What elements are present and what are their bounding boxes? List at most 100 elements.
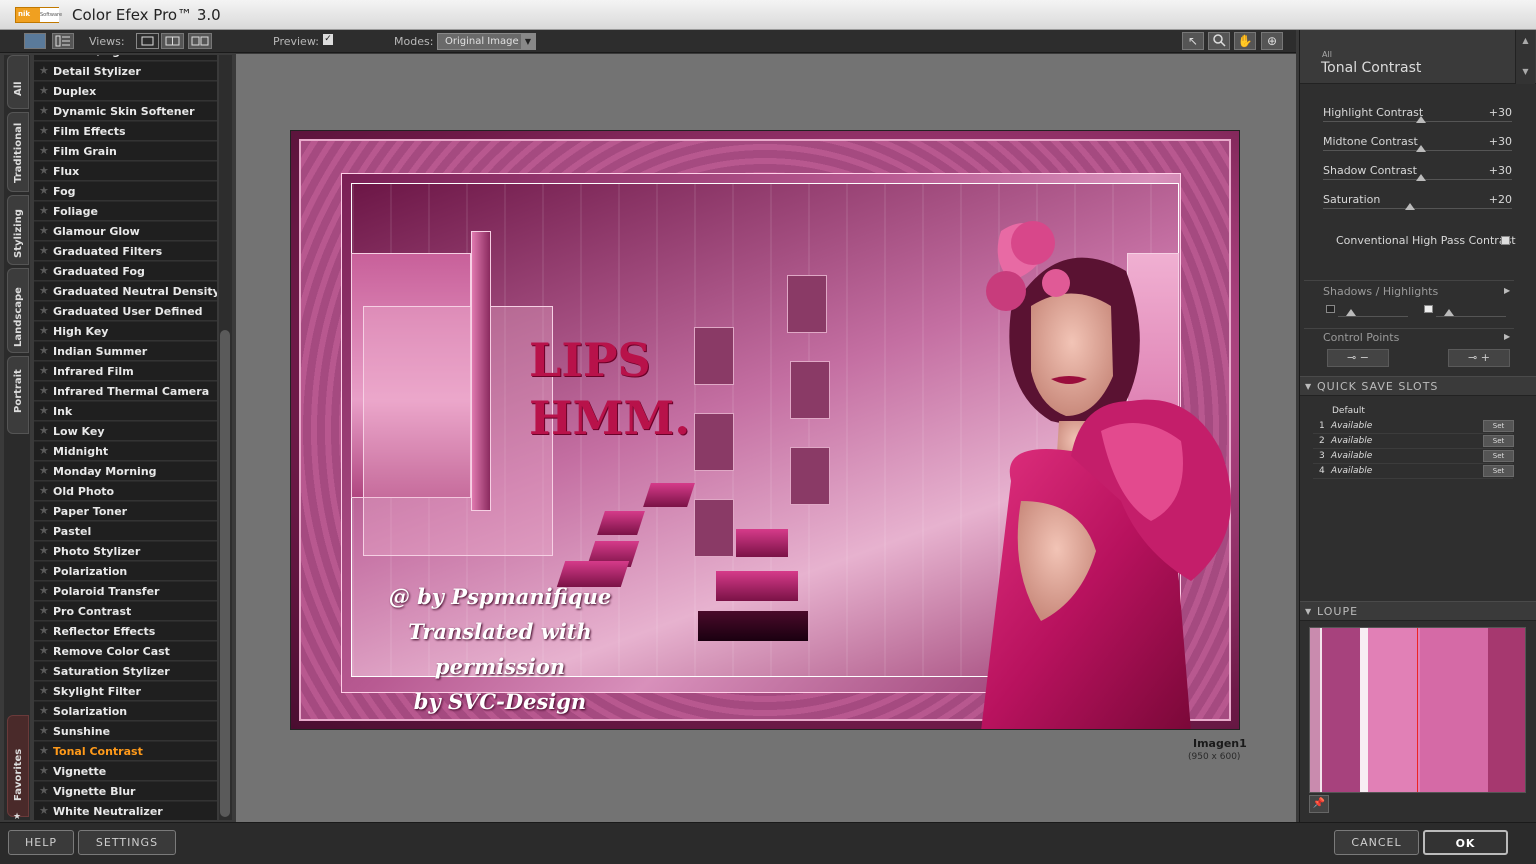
- star-icon[interactable]: ★: [39, 644, 49, 657]
- tab-stylizing[interactable]: Stylizing: [7, 195, 29, 265]
- single-image-icon[interactable]: [24, 33, 46, 49]
- star-icon[interactable]: ★: [39, 104, 49, 117]
- filter-item[interactable]: ★ Film Grain: [34, 142, 217, 161]
- star-icon[interactable]: ★: [39, 344, 49, 357]
- add-control-point-button[interactable]: ⊸ +: [1448, 349, 1510, 367]
- star-icon[interactable]: ★: [39, 804, 49, 817]
- slider-track[interactable]: [1323, 208, 1512, 209]
- highlights-slider-track[interactable]: [1436, 316, 1506, 317]
- star-icon[interactable]: ★: [39, 784, 49, 797]
- star-icon[interactable]: ★: [39, 144, 49, 157]
- star-icon[interactable]: ★: [39, 244, 49, 257]
- filter-item[interactable]: ★ Detail Stylizer: [34, 62, 217, 81]
- star-icon[interactable]: ★: [39, 764, 49, 777]
- filter-item[interactable]: ★ Remove Color Cast: [34, 642, 217, 661]
- star-icon[interactable]: ★: [39, 404, 49, 417]
- slider-thumb[interactable]: [1416, 174, 1427, 181]
- filter-item[interactable]: ★ Graduated Filters: [34, 242, 217, 261]
- star-icon[interactable]: ★: [39, 704, 49, 717]
- filter-item[interactable]: ★ Film Effects: [34, 122, 217, 141]
- remove-control-point-button[interactable]: ⊸ −: [1327, 349, 1389, 367]
- filter-item[interactable]: ★ White Neutralizer: [34, 802, 217, 820]
- view-single-button[interactable]: [136, 33, 159, 49]
- star-icon[interactable]: ★: [39, 684, 49, 697]
- filter-item[interactable]: ★ Darken/Lighten Center: [34, 55, 217, 61]
- star-icon[interactable]: ★: [39, 324, 49, 337]
- filter-item[interactable]: ★ Graduated Neutral Density: [34, 282, 217, 301]
- slot-set-button[interactable]: Set: [1483, 420, 1514, 432]
- star-icon[interactable]: ★: [39, 504, 49, 517]
- star-icon[interactable]: ★: [39, 224, 49, 237]
- loupe-header[interactable]: ▼ LOUPE: [1300, 601, 1536, 621]
- view-split-button[interactable]: [161, 33, 184, 49]
- filter-item[interactable]: ★ Monday Morning: [34, 462, 217, 481]
- filter-item[interactable]: ★ Infrared Thermal Camera: [34, 382, 217, 401]
- cancel-button[interactable]: CANCEL: [1334, 830, 1419, 855]
- tab-traditional[interactable]: Traditional: [7, 112, 29, 192]
- modes-select[interactable]: Original Image ▼: [437, 33, 536, 50]
- zoom-tool-icon[interactable]: [1208, 32, 1230, 50]
- save-slot-row[interactable]: 3 Available Set: [1313, 449, 1514, 464]
- filter-item[interactable]: ★ Flux: [34, 162, 217, 181]
- highlights-slider-thumb[interactable]: [1444, 309, 1454, 316]
- scrollbar-thumb[interactable]: [220, 330, 230, 817]
- filter-item[interactable]: ★ Dynamic Skin Softener: [34, 102, 217, 121]
- star-icon[interactable]: ★: [39, 364, 49, 377]
- filter-item[interactable]: ★ Midnight: [34, 442, 217, 461]
- filter-item[interactable]: ★ Graduated User Defined: [34, 302, 217, 321]
- slider-thumb[interactable]: [1416, 145, 1427, 152]
- filter-item[interactable]: ★ Old Photo: [34, 482, 217, 501]
- star-icon[interactable]: ★: [39, 64, 49, 77]
- star-icon[interactable]: ★: [39, 384, 49, 397]
- star-icon[interactable]: ★: [39, 424, 49, 437]
- list-view-icon[interactable]: [52, 33, 74, 49]
- filter-item[interactable]: ★ Indian Summer: [34, 342, 217, 361]
- filter-item[interactable]: ★ Vignette Blur: [34, 782, 217, 801]
- tab-all[interactable]: All: [7, 55, 29, 109]
- shadows-slider-thumb[interactable]: [1346, 309, 1356, 316]
- shadows-slider-track[interactable]: [1338, 316, 1408, 317]
- save-slot-row[interactable]: 4 Available Set: [1313, 464, 1514, 479]
- filter-item[interactable]: ★ Glamour Glow: [34, 222, 217, 241]
- star-icon[interactable]: ★: [39, 84, 49, 97]
- star-icon[interactable]: ★: [39, 664, 49, 677]
- filter-item[interactable]: ★ Sunshine: [34, 722, 217, 741]
- star-icon[interactable]: ★: [39, 204, 49, 217]
- filter-item[interactable]: ★ Low Key: [34, 422, 217, 441]
- slot-set-button[interactable]: Set: [1483, 450, 1514, 462]
- star-icon[interactable]: ★: [39, 304, 49, 317]
- header-scrollbar[interactable]: ▲ ▼: [1515, 30, 1535, 84]
- star-icon[interactable]: ★: [39, 464, 49, 477]
- preview-checkbox[interactable]: ✓: [323, 34, 333, 45]
- quick-save-header[interactable]: ▼ QUICK SAVE SLOTS: [1300, 376, 1536, 396]
- save-slot-row[interactable]: 1 Available Set: [1313, 419, 1514, 434]
- slider-thumb[interactable]: [1416, 116, 1427, 123]
- star-icon[interactable]: ★: [39, 264, 49, 277]
- ok-button[interactable]: OK: [1423, 830, 1508, 855]
- conventional-high-pass-checkbox[interactable]: [1501, 236, 1510, 245]
- expand-arrow-icon[interactable]: ▶: [1504, 332, 1510, 341]
- star-icon[interactable]: ★: [39, 584, 49, 597]
- star-icon[interactable]: ★: [39, 564, 49, 577]
- star-icon[interactable]: ★: [39, 724, 49, 737]
- filter-item[interactable]: ★ Polaroid Transfer: [34, 582, 217, 601]
- filter-item[interactable]: ★ Graduated Fog: [34, 262, 217, 281]
- settings-button[interactable]: SETTINGS: [78, 830, 176, 855]
- star-icon[interactable]: ★: [39, 164, 49, 177]
- filter-item[interactable]: ★ Infrared Film: [34, 362, 217, 381]
- slider-thumb[interactable]: [1404, 203, 1415, 210]
- filter-item[interactable]: ★ Skylight Filter: [34, 682, 217, 701]
- filter-item[interactable]: ★ Saturation Stylizer: [34, 662, 217, 681]
- filter-item[interactable]: ★ Ink: [34, 402, 217, 421]
- pointer-tool-icon[interactable]: ↖: [1182, 32, 1204, 50]
- expand-arrow-icon[interactable]: ▶: [1504, 286, 1510, 295]
- filter-item[interactable]: ★ Tonal Contrast: [34, 742, 217, 761]
- star-icon[interactable]: ★: [39, 444, 49, 457]
- star-icon[interactable]: ★: [39, 124, 49, 137]
- preview-image[interactable]: LIPS HMM. @ by Pspmanifique Translated w…: [290, 130, 1240, 730]
- star-icon[interactable]: ★: [39, 604, 49, 617]
- filter-item[interactable]: ★ Reflector Effects: [34, 622, 217, 641]
- star-icon[interactable]: ★: [39, 624, 49, 637]
- filter-item[interactable]: ★ High Key: [34, 322, 217, 341]
- filter-item[interactable]: ★ Solarization: [34, 702, 217, 721]
